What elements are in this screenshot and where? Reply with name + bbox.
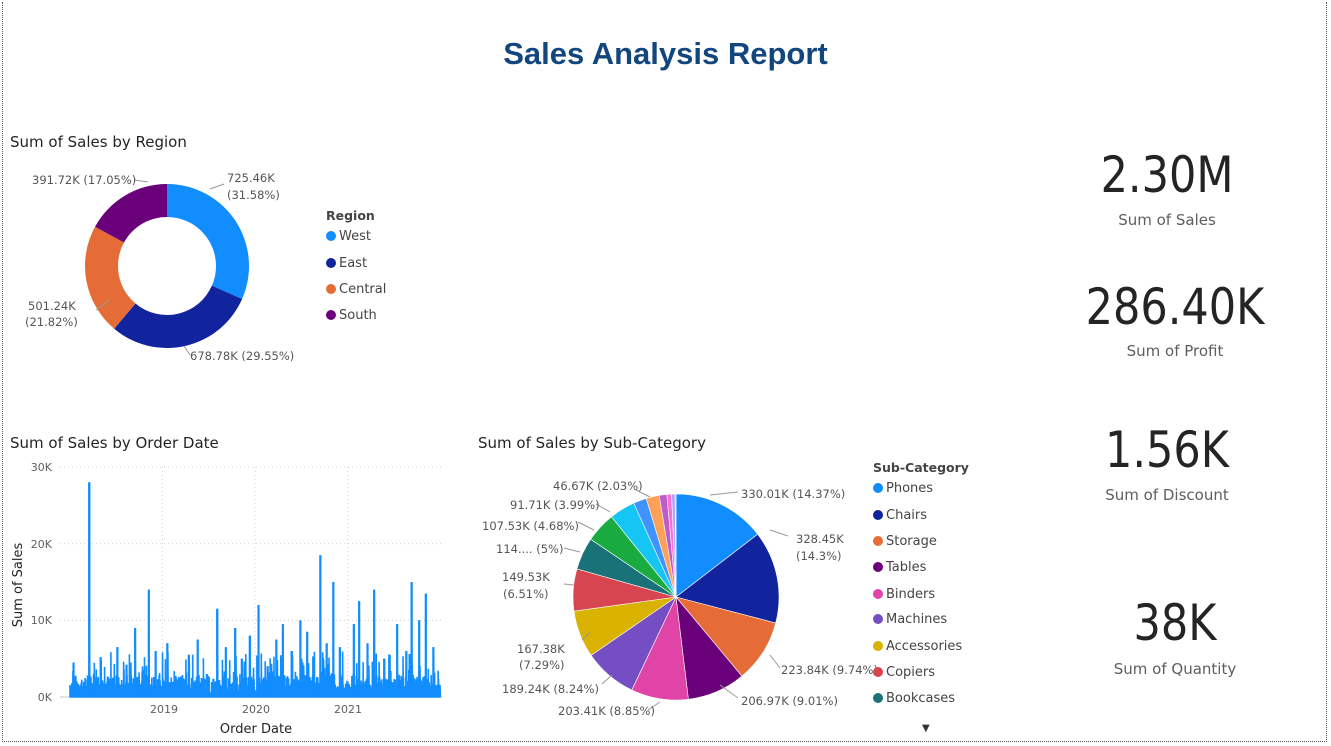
legend-item-copiers[interactable]: Copiers bbox=[873, 665, 935, 680]
tables-data-label: 206.97K (9.01%) bbox=[741, 694, 838, 708]
legend-item-central[interactable]: Central bbox=[326, 282, 386, 297]
phones-data-label: 330.01K (14.37%) bbox=[741, 487, 846, 501]
y-tick-label: 30K bbox=[31, 461, 53, 474]
furnishings-data-label: 91.71K (3.99%) bbox=[510, 498, 600, 512]
legend-item-machines[interactable]: Machines bbox=[873, 612, 947, 627]
legend-dot bbox=[873, 510, 883, 520]
appliances-data-label: 107.53K (4.68%) bbox=[482, 519, 579, 533]
accessories-pct-label: (7.29%) bbox=[519, 658, 565, 672]
region-legend-title: Region bbox=[326, 208, 375, 223]
sales-kpi-value: 2.30M bbox=[1100, 146, 1234, 204]
bookcases-data-label: 114.... (5%) bbox=[496, 542, 564, 556]
subcategory-chart-title: Sum of Sales by Sub-Category bbox=[478, 434, 706, 452]
legend-dot bbox=[873, 693, 883, 703]
subcategory-legend-title: Sub-Category bbox=[873, 460, 969, 475]
south-data-label: 391.72K (17.05%) bbox=[32, 173, 137, 187]
legend-dot bbox=[873, 667, 883, 677]
legend-item-accessories[interactable]: Accessories bbox=[873, 639, 962, 654]
label-leader-line bbox=[601, 674, 613, 685]
label-leader-line bbox=[769, 654, 781, 669]
east-data-label: 678.78K (29.55%) bbox=[190, 349, 295, 363]
legend-dot bbox=[326, 310, 336, 320]
donut-slice-east[interactable] bbox=[114, 285, 243, 348]
legend-dot bbox=[873, 641, 883, 651]
report-title: Sales Analysis Report bbox=[503, 36, 828, 71]
quantity-kpi-label: Sum of Quantity bbox=[1113, 660, 1237, 678]
legend-dot bbox=[873, 562, 883, 572]
legend-dot bbox=[873, 589, 883, 599]
order-date-chart-title: Sum of Sales by Order Date bbox=[10, 434, 219, 452]
west-data-label: 725.46K bbox=[227, 171, 275, 185]
legend-item-chairs[interactable]: Chairs bbox=[873, 508, 927, 523]
legend-dot bbox=[873, 536, 883, 546]
label-leader-line bbox=[563, 583, 575, 586]
discount-kpi-label: Sum of Discount bbox=[1105, 486, 1229, 504]
y-axis-title: Sum of Sales bbox=[11, 543, 26, 628]
label-leader-line bbox=[209, 183, 225, 190]
chairs-pct-label: (14.3%) bbox=[796, 549, 842, 563]
label-leader-line bbox=[563, 547, 581, 553]
legend-item-bookcases[interactable]: Bookcases bbox=[873, 691, 955, 706]
profit-kpi-value: 286.40K bbox=[1085, 278, 1265, 336]
label-leader-line bbox=[577, 521, 595, 531]
machines-data-label: 189.24K (8.24%) bbox=[502, 682, 599, 696]
legend-item-tables[interactable]: Tables bbox=[873, 560, 926, 575]
y-tick-label: 10K bbox=[31, 614, 53, 627]
legend-dot bbox=[326, 231, 336, 241]
label-leader-line bbox=[719, 684, 739, 699]
quantity-kpi-value: 38K bbox=[1133, 594, 1217, 652]
x-tick-label: 2020 bbox=[242, 703, 270, 716]
discount-kpi-value: 1.56K bbox=[1105, 421, 1229, 479]
region-chart-title: Sum of Sales by Region bbox=[10, 133, 187, 151]
legend-dot bbox=[326, 258, 336, 268]
copiers-data-label: 149.53K bbox=[502, 570, 550, 584]
sales-kpi-label: Sum of Sales bbox=[1118, 211, 1216, 229]
west-pct-label: (31.58%) bbox=[227, 188, 280, 202]
legend-item-storage[interactable]: Storage bbox=[873, 534, 937, 549]
legend-item-phones[interactable]: Phones bbox=[873, 481, 933, 496]
x-axis-title: Order Date bbox=[220, 722, 292, 737]
legend-item-west[interactable]: West bbox=[326, 229, 371, 244]
central-pct-label: (21.82%) bbox=[25, 315, 78, 329]
copiers-pct-label: (6.51%) bbox=[503, 587, 549, 601]
storage-data-label: 223.84K (9.74%) bbox=[781, 663, 878, 677]
y-tick-label: 20K bbox=[31, 538, 53, 551]
paper-data-label: 46.67K (2.03%) bbox=[553, 479, 643, 493]
label-leader-line bbox=[769, 529, 789, 537]
legend-dot bbox=[873, 614, 883, 624]
legend-scroll-down-icon[interactable]: ▼ bbox=[922, 723, 930, 734]
accessories-data-label: 167.38K bbox=[517, 642, 565, 656]
y-tick-label: 0K bbox=[38, 691, 53, 704]
central-data-label: 501.24K bbox=[28, 299, 76, 313]
legend-item-east[interactable]: East bbox=[326, 256, 367, 271]
chairs-data-label: 328.45K bbox=[796, 532, 844, 546]
x-tick-label: 2019 bbox=[150, 703, 178, 716]
legend-item-binders[interactable]: Binders bbox=[873, 587, 935, 602]
legend-item-south[interactable]: South bbox=[326, 308, 377, 323]
order-date-line-chart[interactable]: Sum of Sales Order Date 30K 20K 10K 0K 2… bbox=[0, 455, 450, 740]
x-tick-label: 2021 bbox=[334, 703, 362, 716]
profit-kpi-label: Sum of Profit bbox=[1126, 342, 1224, 360]
legend-dot bbox=[873, 483, 883, 493]
legend-dot bbox=[326, 284, 336, 294]
label-leader-line bbox=[709, 491, 739, 496]
binders-data-label: 203.41K (8.85%) bbox=[558, 704, 655, 718]
